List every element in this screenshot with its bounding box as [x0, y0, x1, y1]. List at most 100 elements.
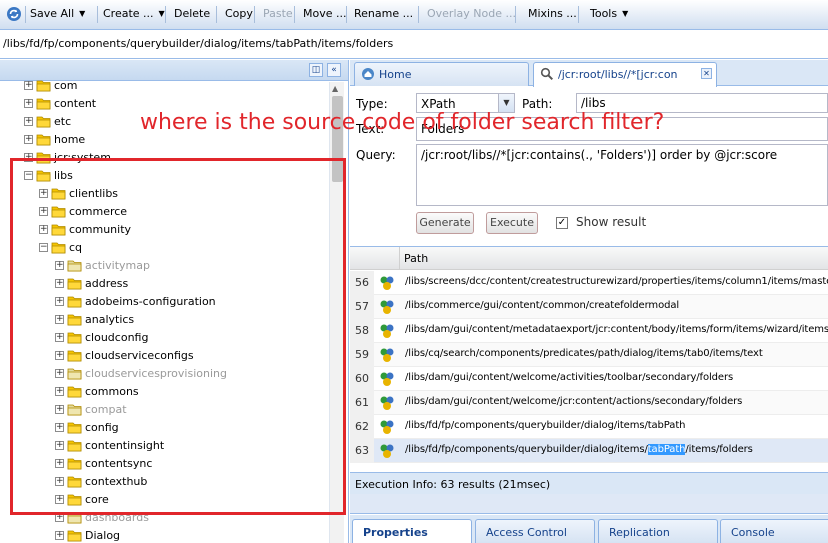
- result-path: /libs/fd/fp/components/querybuilder/dial…: [405, 420, 686, 431]
- toolbar-button-5[interactable]: Move ...: [303, 7, 346, 20]
- node-path-input[interactable]: [3, 37, 825, 50]
- node-icon: [380, 324, 394, 338]
- tree-node-label: com: [54, 79, 78, 92]
- chevron-down-icon[interactable]: ▼: [79, 9, 85, 18]
- bottom-tabstrip: Properties Access Control Replication Conso…: [350, 515, 828, 543]
- table-row[interactable]: 59/libs/cq/search/components/predicates/…: [350, 343, 828, 367]
- expand-icon[interactable]: +: [55, 531, 64, 540]
- refresh-icon[interactable]: [6, 6, 22, 22]
- result-path-part: /items/folders: [685, 444, 753, 455]
- table-row[interactable]: 57/libs/commerce/gui/content/common/crea…: [350, 295, 828, 319]
- node-icon: [380, 396, 394, 410]
- toolbar-button-label: Tools: [590, 7, 618, 20]
- row-number: 62: [350, 415, 374, 439]
- folder-icon: [36, 80, 51, 92]
- row-number: 60: [350, 367, 374, 391]
- panel-splitter[interactable]: [350, 494, 828, 514]
- query-textarea[interactable]: /jcr:root/libs//*[jcr:contains(., 'Folde…: [416, 144, 828, 206]
- result-path: /libs/commerce/gui/content/common/create…: [405, 300, 680, 311]
- result-path: /libs/dam/gui/content/welcome/jcr:conten…: [405, 396, 743, 407]
- tree-filter-icon[interactable]: ◫: [309, 63, 323, 77]
- node-icon: [380, 420, 394, 434]
- expand-icon[interactable]: +: [24, 99, 33, 108]
- expand-icon[interactable]: +: [24, 81, 33, 90]
- toolbar-separator: [294, 6, 295, 23]
- show-result-label: Show result: [576, 215, 647, 229]
- execution-info: Execution Info: 63 results (21msec): [350, 472, 828, 494]
- toolbar-separator: [418, 6, 419, 23]
- toolbar-separator: [216, 6, 217, 23]
- toolbar-button-8[interactable]: Mixins ...: [528, 7, 577, 20]
- folder-icon: [67, 530, 82, 542]
- result-path: /libs/cq/search/components/predicates/pa…: [405, 348, 763, 359]
- toolbar-button-2[interactable]: Delete: [174, 7, 210, 20]
- toolbar-separator: [97, 6, 98, 23]
- toolbar-button-4[interactable]: Paste: [263, 7, 293, 20]
- table-row[interactable]: 62/libs/fd/fp/components/querybuilder/di…: [350, 415, 828, 439]
- tab-query[interactable]: /jcr:root/libs//*[jcr:con ✕: [533, 62, 717, 87]
- show-result-checkbox[interactable]: ✓: [556, 217, 568, 229]
- toolbar-separator: [254, 6, 255, 23]
- row-number: 59: [350, 343, 374, 367]
- search-icon: [540, 67, 554, 81]
- table-row[interactable]: 56/libs/screens/dcc/content/createstruct…: [350, 271, 828, 295]
- tree-node-label: content: [54, 97, 97, 110]
- tree-panel-header: ◫ «: [0, 60, 348, 81]
- toolbar-button-0[interactable]: Save All ▼: [30, 7, 85, 20]
- row-number: 61: [350, 391, 374, 415]
- toolbar-button-7[interactable]: Overlay Node ...: [427, 7, 516, 20]
- row-number: 57: [350, 295, 374, 319]
- folder-icon: [36, 134, 51, 146]
- editor-tabstrip: Home /jcr:root/libs//*[jcr:con ✕: [350, 60, 828, 87]
- tab-replication[interactable]: Replication: [598, 519, 718, 543]
- node-icon: [380, 300, 394, 314]
- path-column-header[interactable]: Path: [404, 252, 428, 265]
- table-row[interactable]: 58/libs/dam/gui/content/metadataexport/j…: [350, 319, 828, 343]
- chevron-down-icon[interactable]: ▼: [622, 9, 628, 18]
- path-label: Path:: [522, 97, 553, 111]
- toolbar-button-label: Delete: [174, 7, 211, 20]
- scroll-up-icon[interactable]: ▲: [332, 84, 338, 93]
- result-path: /libs/dam/gui/content/metadataexport/jcr…: [405, 324, 828, 335]
- tab-properties[interactable]: Properties: [352, 519, 472, 543]
- row-number: 58: [350, 319, 374, 343]
- result-path: /libs/screens/dcc/content/createstructur…: [405, 276, 828, 287]
- close-tab-icon[interactable]: ✕: [701, 68, 712, 79]
- main-toolbar: Save All ▼ Create ... ▼ Delete Copy Paste Move …: [0, 0, 828, 30]
- result-path-part: /libs/fd/fp/components/querybuilder/dial…: [405, 444, 648, 455]
- expand-icon[interactable]: +: [24, 117, 33, 126]
- toolbar-button-6[interactable]: Rename ...: [354, 7, 413, 20]
- node-icon: [380, 444, 394, 458]
- folder-icon: [36, 116, 51, 128]
- path-bar: [0, 31, 828, 59]
- query-type-value: XPath: [421, 97, 456, 111]
- expand-icon[interactable]: +: [24, 135, 33, 144]
- generate-button[interactable]: Generate: [416, 212, 474, 234]
- chevron-down-icon[interactable]: ▼: [159, 9, 165, 18]
- toolbar-button-label: Move ...: [303, 7, 347, 20]
- table-row[interactable]: 61/libs/dam/gui/content/welcome/jcr:cont…: [350, 391, 828, 415]
- toolbar-button-1[interactable]: Create ... ▼: [103, 7, 165, 20]
- folder-icon: [36, 98, 51, 110]
- toolbar-separator: [578, 6, 579, 23]
- table-row[interactable]: 63/libs/fd/fp/components/querybuilder/di…: [350, 439, 828, 463]
- toolbar-button-label: Paste: [263, 7, 293, 20]
- tab-console[interactable]: Console: [720, 519, 828, 543]
- toolbar-button-9[interactable]: Tools ▼: [590, 7, 628, 20]
- query-label: Query:: [356, 148, 396, 162]
- tab-access-control[interactable]: Access Control: [475, 519, 595, 543]
- execute-button[interactable]: Execute: [486, 212, 538, 234]
- tab-home[interactable]: Home: [354, 62, 529, 86]
- toolbar-button-3[interactable]: Copy: [225, 7, 253, 20]
- annotation-question: where is the source code of folder searc…: [140, 110, 665, 135]
- table-row[interactable]: 60/libs/dam/gui/content/welcome/activiti…: [350, 367, 828, 391]
- selected-text-highlight: tabPath: [647, 444, 686, 455]
- collapse-panel-icon[interactable]: «: [327, 63, 341, 77]
- toolbar-button-label: Overlay Node ...: [427, 7, 516, 20]
- toolbar-button-label: Save All: [30, 7, 75, 20]
- toolbar-separator: [25, 6, 26, 23]
- tab-query-label: /jcr:root/libs//*[jcr:con: [558, 68, 678, 81]
- toolbar-button-label: Mixins ...: [528, 7, 577, 20]
- type-label: Type:: [356, 97, 388, 111]
- row-number: 56: [350, 271, 374, 295]
